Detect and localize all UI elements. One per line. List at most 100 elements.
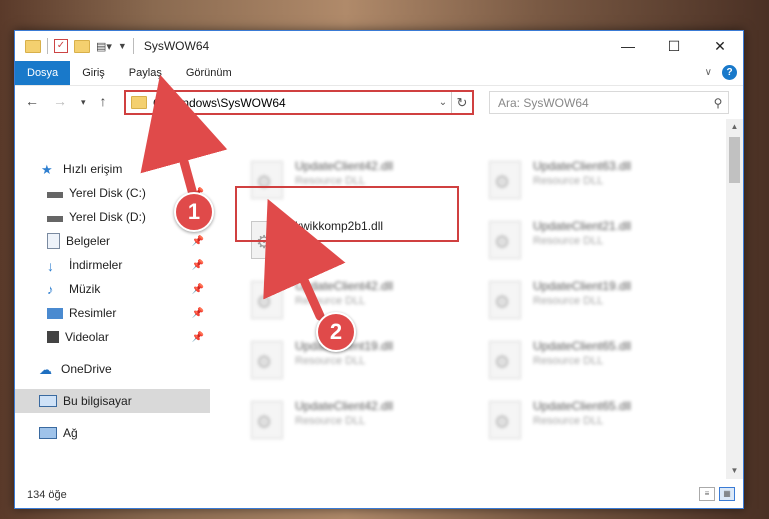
dll-file-icon	[251, 281, 283, 319]
search-box[interactable]: Ara: SysWOW64 ⚲	[489, 91, 729, 114]
step-badge-2: 2	[316, 312, 356, 352]
details-view-icon[interactable]: ≡	[699, 487, 715, 501]
pin-icon[interactable]: 📌	[192, 260, 204, 271]
file-description: Resource DLL	[295, 295, 366, 307]
sidebar-item-label: Yerel Disk (D:)	[69, 210, 146, 224]
dll-file-icon	[251, 341, 283, 379]
folder-icon	[131, 96, 147, 109]
star-icon: ★	[41, 162, 53, 177]
pin-icon[interactable]: 📌	[192, 332, 204, 343]
qa-dropdown-icon[interactable]: ▼	[118, 41, 127, 51]
search-icon[interactable]: ⚲	[708, 96, 728, 110]
address-path[interactable]: C:\Windows\SysWOW64	[153, 96, 435, 110]
window-title: SysWOW64	[143, 39, 210, 53]
computer-icon	[39, 395, 57, 407]
dll-file-icon	[489, 341, 521, 379]
sidebar-item-onedrive[interactable]: ☁ OneDrive	[15, 357, 210, 381]
pictures-icon	[47, 307, 63, 319]
tab-paylas[interactable]: Paylaş	[117, 61, 174, 85]
status-bar: 134 öğe ≡ ▦	[15, 481, 743, 508]
file-description: Resource DLL	[533, 355, 604, 367]
dll-file-icon	[489, 401, 521, 439]
file-item[interactable]: UpdateClient42.dll Resource DLL	[243, 393, 463, 445]
file-description: Resource DLL	[533, 175, 604, 187]
refresh-icon[interactable]: ↻	[451, 92, 472, 113]
music-icon: ♪	[47, 282, 54, 297]
file-item[interactable]: UpdateClient42.dll Resource DLL	[243, 273, 463, 325]
sidebar-item-label: Ağ	[63, 426, 78, 440]
file-description: Resource DLL	[295, 355, 366, 367]
vertical-scrollbar[interactable]: ▲ ▼	[726, 119, 743, 479]
file-item[interactable]: UpdateClient65.dll Resource DLL	[481, 333, 701, 385]
sidebar-item-label: Yerel Disk (C:)	[69, 186, 146, 200]
file-item[interactable]: UpdateClient19.dll Resource DLL	[481, 273, 701, 325]
file-description: Resource DLL	[533, 235, 604, 247]
file-highlight-box	[235, 186, 459, 242]
address-bar[interactable]: C:\Windows\SysWOW64 ⌄ ↻	[124, 90, 474, 115]
sidebar-item-label: Videolar	[65, 330, 109, 344]
pin-icon[interactable]: 📌	[192, 308, 204, 319]
dll-file-icon	[251, 401, 283, 439]
sidebar-item-this-pc[interactable]: Bu bilgisayar	[15, 389, 210, 413]
file-name: UpdateClient65.dll	[533, 339, 632, 353]
sidebar-item-music[interactable]: ♪ Müzik 📌	[15, 277, 210, 301]
forward-arrow-icon[interactable]: →	[53, 93, 67, 109]
search-input[interactable]: Ara: SysWOW64	[498, 96, 708, 110]
file-description: Resource DLL	[295, 415, 366, 427]
documents-icon	[47, 233, 60, 249]
tab-giris[interactable]: Giriş	[70, 61, 117, 85]
file-name: UpdateClient65.dll	[533, 399, 632, 413]
item-count: 134 öğe	[27, 488, 67, 501]
file-item[interactable]: UpdateClient21.dll Resource DLL	[481, 213, 701, 265]
tab-dosya[interactable]: Dosya	[15, 61, 71, 85]
sidebar-item-pictures[interactable]: Resimler 📌	[15, 301, 210, 325]
recent-dropdown-icon[interactable]: ▾	[81, 97, 86, 109]
separator	[132, 38, 134, 54]
dll-file-icon	[489, 281, 521, 319]
scroll-up-icon[interactable]: ▲	[726, 119, 743, 135]
tab-gorunum[interactable]: Görünüm	[174, 61, 244, 85]
properties-icon[interactable]: ✓	[54, 39, 68, 53]
sidebar-item-label: Hızlı erişim	[63, 162, 123, 176]
file-name: UpdateClient42.dll	[295, 159, 394, 173]
tiles-view-icon[interactable]: ▦	[719, 487, 735, 501]
file-name: UpdateClient19.dll	[533, 279, 632, 293]
sidebar-item-label: Resimler	[69, 306, 117, 320]
address-row: ← → ▾ ↑ C:\Windows\SysWOW64 ⌄ ↻ Ara: Sys…	[15, 85, 743, 120]
folder-icon[interactable]	[25, 39, 41, 53]
file-item[interactable]: UpdateClient63.dll Resource DLL	[481, 153, 701, 205]
new-folder-icon[interactable]	[74, 39, 90, 53]
up-arrow-icon[interactable]: ↑	[100, 93, 107, 109]
drive-icon	[47, 192, 63, 198]
pin-icon[interactable]: 📌	[192, 236, 204, 247]
network-icon	[39, 427, 57, 439]
help-icon[interactable]: ?	[722, 65, 737, 80]
expand-ribbon-icon[interactable]: ∨	[705, 67, 712, 78]
sidebar-item-network[interactable]: Ağ	[15, 421, 210, 445]
file-name: UpdateClient21.dll	[533, 219, 632, 233]
scroll-down-icon[interactable]: ▼	[726, 463, 743, 479]
address-dropdown-icon[interactable]: ⌄	[435, 97, 451, 108]
close-button[interactable]: ✕	[697, 31, 743, 61]
file-item[interactable]: UpdateClient65.dll Resource DLL	[481, 393, 701, 445]
sidebar-item-label: Belgeler	[66, 234, 111, 248]
back-arrow-icon[interactable]: ←	[25, 93, 39, 109]
download-icon: ↓	[47, 258, 54, 274]
pin-icon[interactable]: 📌	[192, 284, 204, 295]
sidebar-item-videos[interactable]: Videolar 📌	[15, 325, 210, 349]
scroll-thumb[interactable]	[729, 137, 740, 183]
customize-icon[interactable]: ▤▾	[96, 40, 112, 53]
step-badge-1: 1	[174, 192, 214, 232]
sidebar-item-quick-access[interactable]: ★ Hızlı erişim	[15, 157, 210, 181]
maximize-button[interactable]: ☐	[651, 31, 697, 61]
separator	[47, 38, 48, 54]
ribbon: Dosya Giriş Paylaş Görünüm ∨ ?	[15, 61, 743, 85]
file-name: UpdateClient63.dll	[533, 159, 632, 173]
navigation-pane: ★ Hızlı erişim Yerel Disk (C:) 📌 Yerel D…	[15, 119, 210, 479]
sidebar-item-downloads[interactable]: ↓ İndirmeler 📌	[15, 253, 210, 277]
sidebar-item-documents[interactable]: Belgeler 📌	[15, 229, 210, 253]
minimize-button[interactable]: —	[605, 31, 651, 61]
quick-access-toolbar: ✓ ▤▾ ▼	[15, 38, 134, 54]
video-icon	[47, 331, 59, 343]
dll-file-icon	[489, 221, 521, 259]
